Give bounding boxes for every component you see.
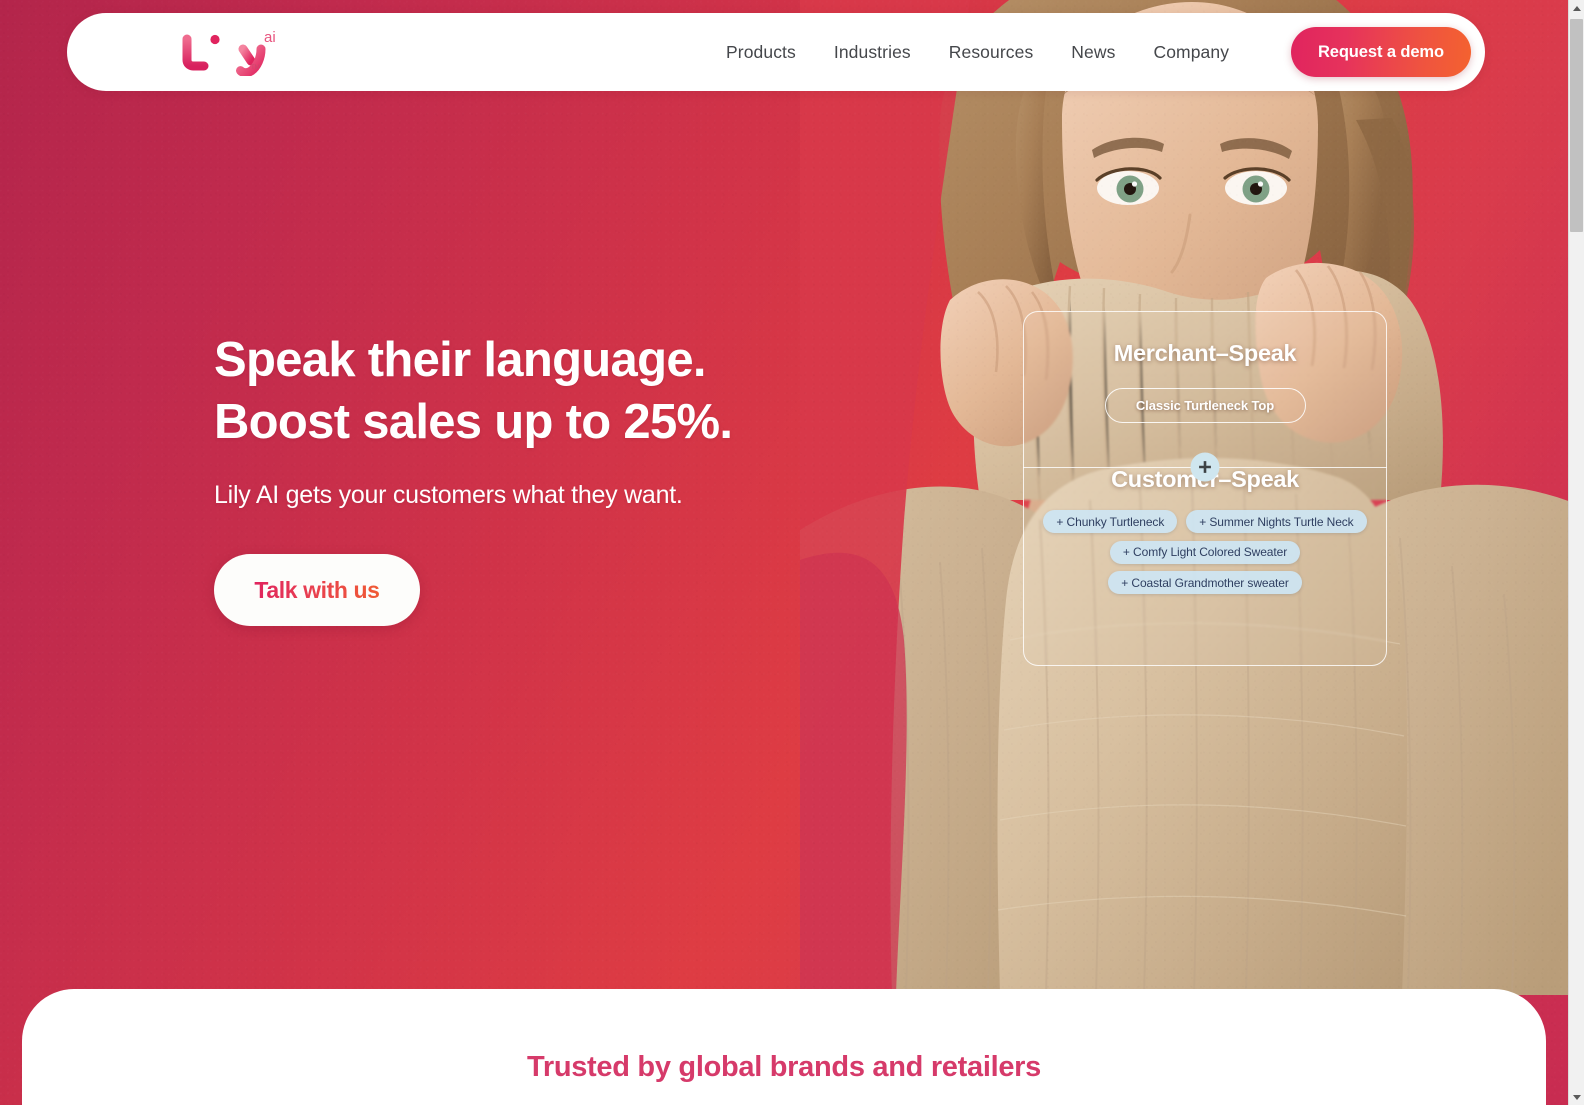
customer-speak-tags: + Chunky Turtleneck + Summer Nights Turt… bbox=[1024, 510, 1386, 594]
scroll-down-arrow-icon[interactable] bbox=[1569, 1089, 1584, 1105]
scroll-up-arrow-icon[interactable] bbox=[1569, 0, 1584, 16]
main-navigation-bar: ai TM Products Industries Resources News… bbox=[67, 13, 1485, 91]
merchant-customer-speak-card: Merchant–Speak Classic Turtleneck Top Cu… bbox=[1023, 311, 1387, 666]
scroll-up-arrow-glyph bbox=[1572, 5, 1581, 11]
trusted-by-section: Trusted by global brands and retailers bbox=[22, 989, 1546, 1105]
trusted-by-title: Trusted by global brands and retailers bbox=[527, 1051, 1041, 1083]
scroll-down-arrow-glyph bbox=[1572, 1094, 1581, 1100]
customer-tag[interactable]: + Chunky Turtleneck bbox=[1043, 510, 1178, 533]
talk-with-us-button[interactable]: Talk with us bbox=[214, 554, 420, 627]
nav-link-resources[interactable]: Resources bbox=[930, 34, 1053, 71]
merchant-speak-title: Merchant–Speak bbox=[1113, 340, 1297, 366]
nav-links-group: Products Industries Resources News Compa… bbox=[707, 13, 1248, 91]
scrollbar-thumb[interactable] bbox=[1570, 19, 1583, 232]
tag-row: + Coastal Grandmother sweater bbox=[1036, 571, 1374, 594]
browser-viewport: ai TM Products Industries Resources News… bbox=[0, 0, 1584, 1105]
customer-tag[interactable]: + Coastal Grandmother sweater bbox=[1108, 571, 1302, 594]
nav-link-news[interactable]: News bbox=[1052, 34, 1134, 71]
merchant-product-pill[interactable]: Classic Turtleneck Top bbox=[1104, 388, 1306, 423]
hero-headline-line-1: Speak their language. bbox=[214, 333, 706, 387]
customer-tag[interactable]: + Summer Nights Turtle Neck bbox=[1186, 510, 1367, 533]
nav-link-products[interactable]: Products bbox=[707, 34, 815, 71]
hero-headline-line-2: Boost sales up to 25%. bbox=[214, 394, 733, 449]
tag-row: + Comfy Light Colored Sweater bbox=[1036, 540, 1374, 564]
merchant-product-label: Classic Turtleneck Top bbox=[1135, 398, 1275, 413]
talk-with-us-label: Talk with us bbox=[254, 576, 380, 603]
lily-ai-logo[interactable]: ai TM bbox=[179, 28, 289, 78]
nav-link-industries[interactable]: Industries bbox=[815, 34, 930, 71]
vertical-scrollbar[interactable] bbox=[1568, 0, 1584, 1105]
request-a-demo-button[interactable]: Request a demo bbox=[1290, 27, 1471, 77]
hero-subheadline: Lily AI gets your customers what they wa… bbox=[214, 481, 683, 510]
hero-copy-block: Speak their language. Boost sales up to … bbox=[214, 330, 834, 627]
svg-text:TM: TM bbox=[251, 65, 260, 71]
tag-row: + Chunky Turtleneck + Summer Nights Turt… bbox=[1036, 510, 1374, 533]
nav-link-company[interactable]: Company bbox=[1134, 34, 1248, 71]
svg-text:ai: ai bbox=[264, 29, 276, 46]
customer-tag[interactable]: + Comfy Light Colored Sweater bbox=[1109, 540, 1301, 564]
hero-headline: Speak their language. Boost sales up to … bbox=[214, 330, 834, 453]
page-canvas: ai TM Products Industries Resources News… bbox=[0, 0, 1568, 1105]
plus-icon bbox=[1190, 452, 1220, 482]
